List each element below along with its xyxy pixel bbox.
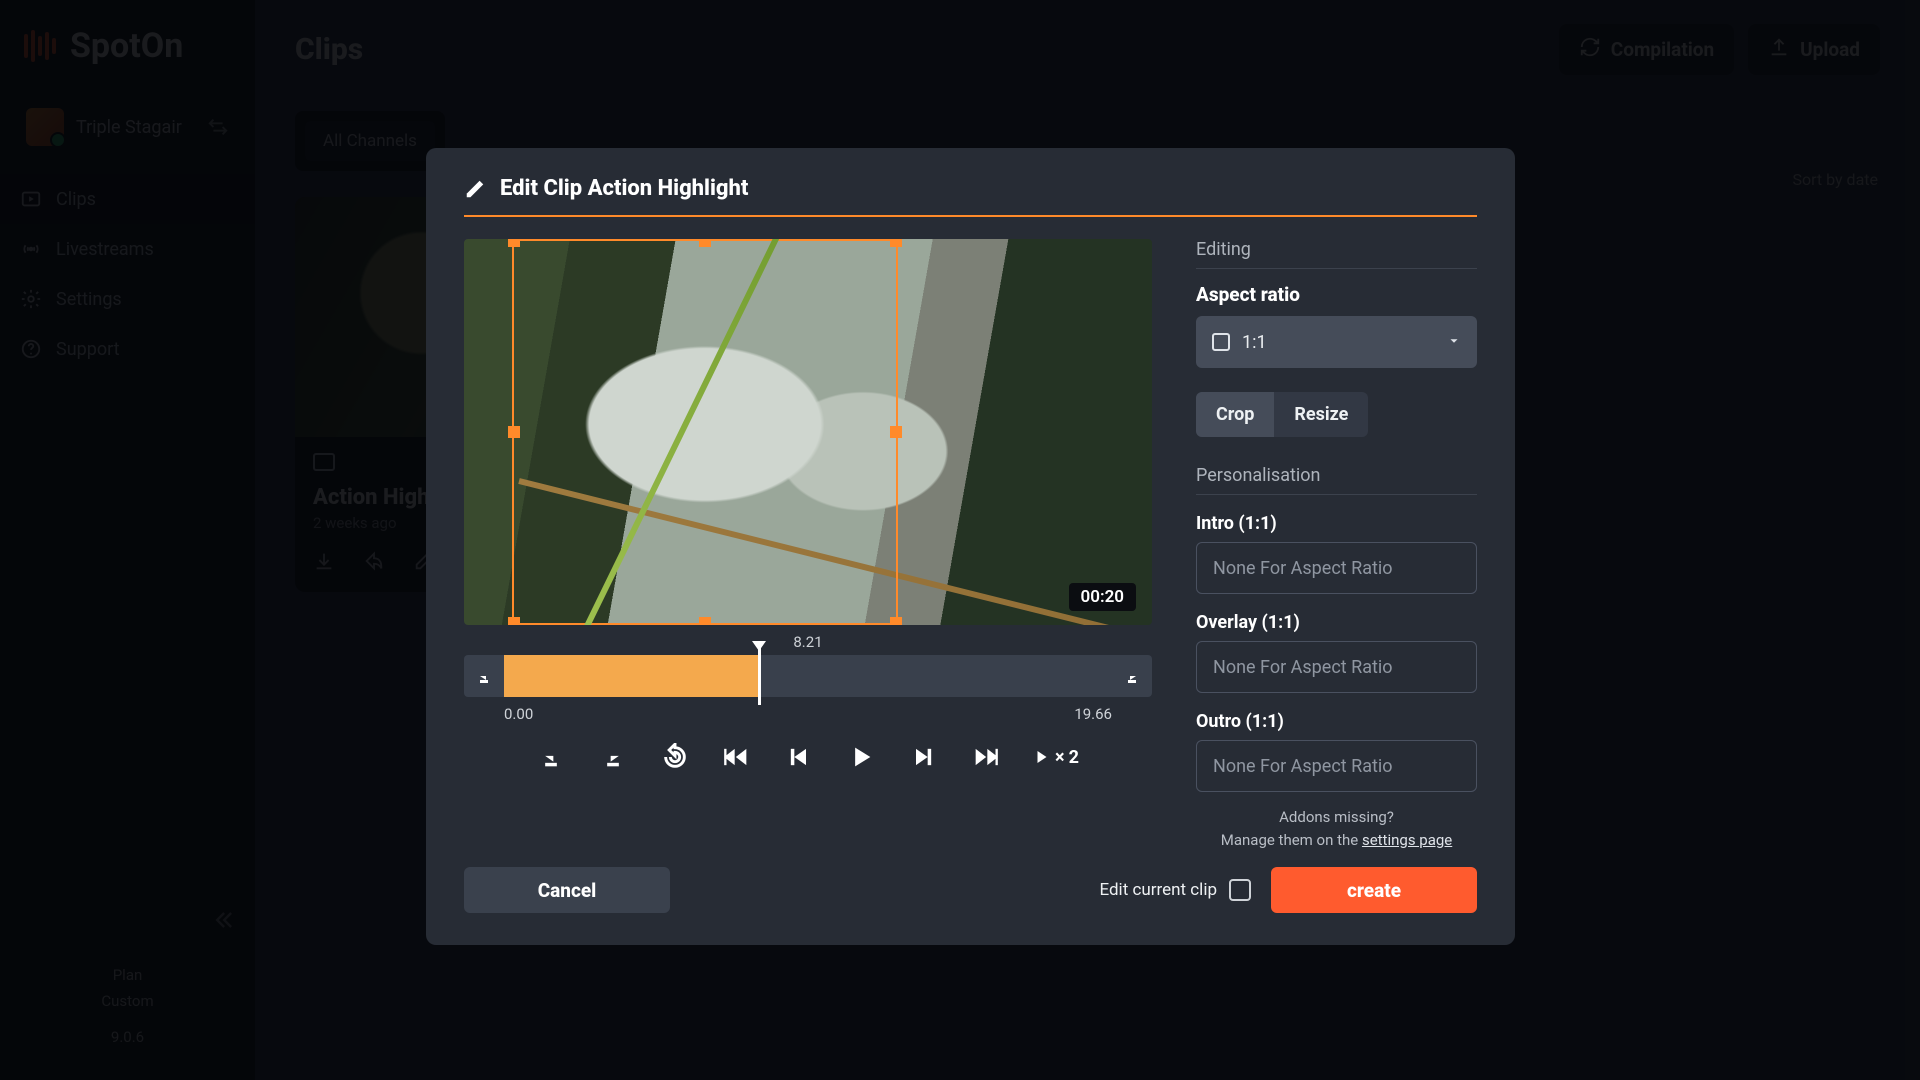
preview-time: 00:20 — [1069, 583, 1136, 611]
crop-button[interactable]: Crop — [1196, 392, 1274, 437]
set-out-button[interactable] — [599, 743, 627, 771]
aspect-ratio-select[interactable]: 1:1 — [1196, 316, 1477, 368]
outro-select[interactable]: None For Aspect Ratio — [1196, 740, 1477, 792]
timeline-start: 0.00 — [504, 705, 533, 723]
timeline-track[interactable] — [504, 655, 1112, 697]
outro-label: Outro (1:1) — [1196, 711, 1477, 732]
timeline-end: 19.66 — [1074, 705, 1112, 723]
settings-page-link[interactable]: settings page — [1362, 831, 1452, 849]
video-preview[interactable]: 00:20 — [464, 239, 1152, 625]
crop-handle[interactable] — [890, 239, 902, 247]
crop-handle[interactable] — [890, 426, 902, 438]
timeline[interactable] — [464, 655, 1152, 697]
outro-value: None For Aspect Ratio — [1213, 756, 1393, 777]
addons-hint-prefix: Manage them on the — [1221, 831, 1362, 849]
playback-speed-button[interactable]: ×2 — [1033, 743, 1079, 771]
playhead[interactable] — [758, 647, 761, 705]
playback-controls: ×2 — [464, 743, 1152, 771]
pencil-icon — [464, 178, 486, 200]
edit-current-label: Edit current clip — [1099, 880, 1217, 900]
crop-handle[interactable] — [508, 426, 520, 438]
aspect-ratio-label: Aspect ratio — [1196, 283, 1477, 306]
overlay-value: None For Aspect Ratio — [1213, 657, 1393, 678]
crop-handle[interactable] — [699, 617, 711, 625]
timeline-selection[interactable] — [504, 655, 758, 697]
play-button[interactable] — [847, 743, 875, 771]
crop-handle[interactable] — [508, 239, 520, 247]
chevron-down-icon — [1447, 333, 1461, 352]
square-icon — [1212, 333, 1230, 351]
set-in-button[interactable] — [537, 743, 565, 771]
modal-header: Edit Clip Action Highlight — [464, 176, 1477, 217]
trim-start-button[interactable] — [464, 655, 504, 697]
trim-end-button[interactable] — [1112, 655, 1152, 697]
cancel-button[interactable]: Cancel — [464, 867, 670, 913]
speed-value: 2 — [1069, 747, 1079, 768]
overlay-label: Overlay (1:1) — [1196, 612, 1477, 633]
playhead-time: 8.21 — [464, 633, 1152, 651]
modal-title: Edit Clip Action Highlight — [500, 176, 748, 201]
editing-section-label: Editing — [1196, 239, 1477, 269]
aspect-ratio-value: 1:1 — [1242, 332, 1267, 353]
step-back-button[interactable] — [785, 743, 813, 771]
create-button[interactable]: create — [1271, 867, 1477, 913]
skip-forward-button[interactable] — [971, 743, 999, 771]
step-forward-button[interactable] — [909, 743, 937, 771]
intro-value: None For Aspect Ratio — [1213, 558, 1393, 579]
intro-label: Intro (1:1) — [1196, 513, 1477, 534]
resize-button[interactable]: Resize — [1274, 392, 1368, 437]
edit-current-checkbox[interactable] — [1229, 879, 1251, 901]
restart-button[interactable] — [661, 743, 689, 771]
crop-handle[interactable] — [699, 239, 711, 247]
addons-question: Addons missing? — [1279, 808, 1394, 826]
crop-handle[interactable] — [508, 617, 520, 625]
skip-back-button[interactable] — [723, 743, 751, 771]
intro-select[interactable]: None For Aspect Ratio — [1196, 542, 1477, 594]
crop-box[interactable] — [512, 239, 898, 625]
crop-handle[interactable] — [890, 617, 902, 625]
overlay-select[interactable]: None For Aspect Ratio — [1196, 641, 1477, 693]
crop-resize-segment: Crop Resize — [1196, 392, 1368, 437]
personalisation-section-label: Personalisation — [1196, 465, 1477, 495]
addons-note: Addons missing? Manage them on the setti… — [1196, 806, 1477, 851]
edit-clip-modal: Edit Clip Action Highlight 00:20 8.21 — [426, 148, 1515, 945]
